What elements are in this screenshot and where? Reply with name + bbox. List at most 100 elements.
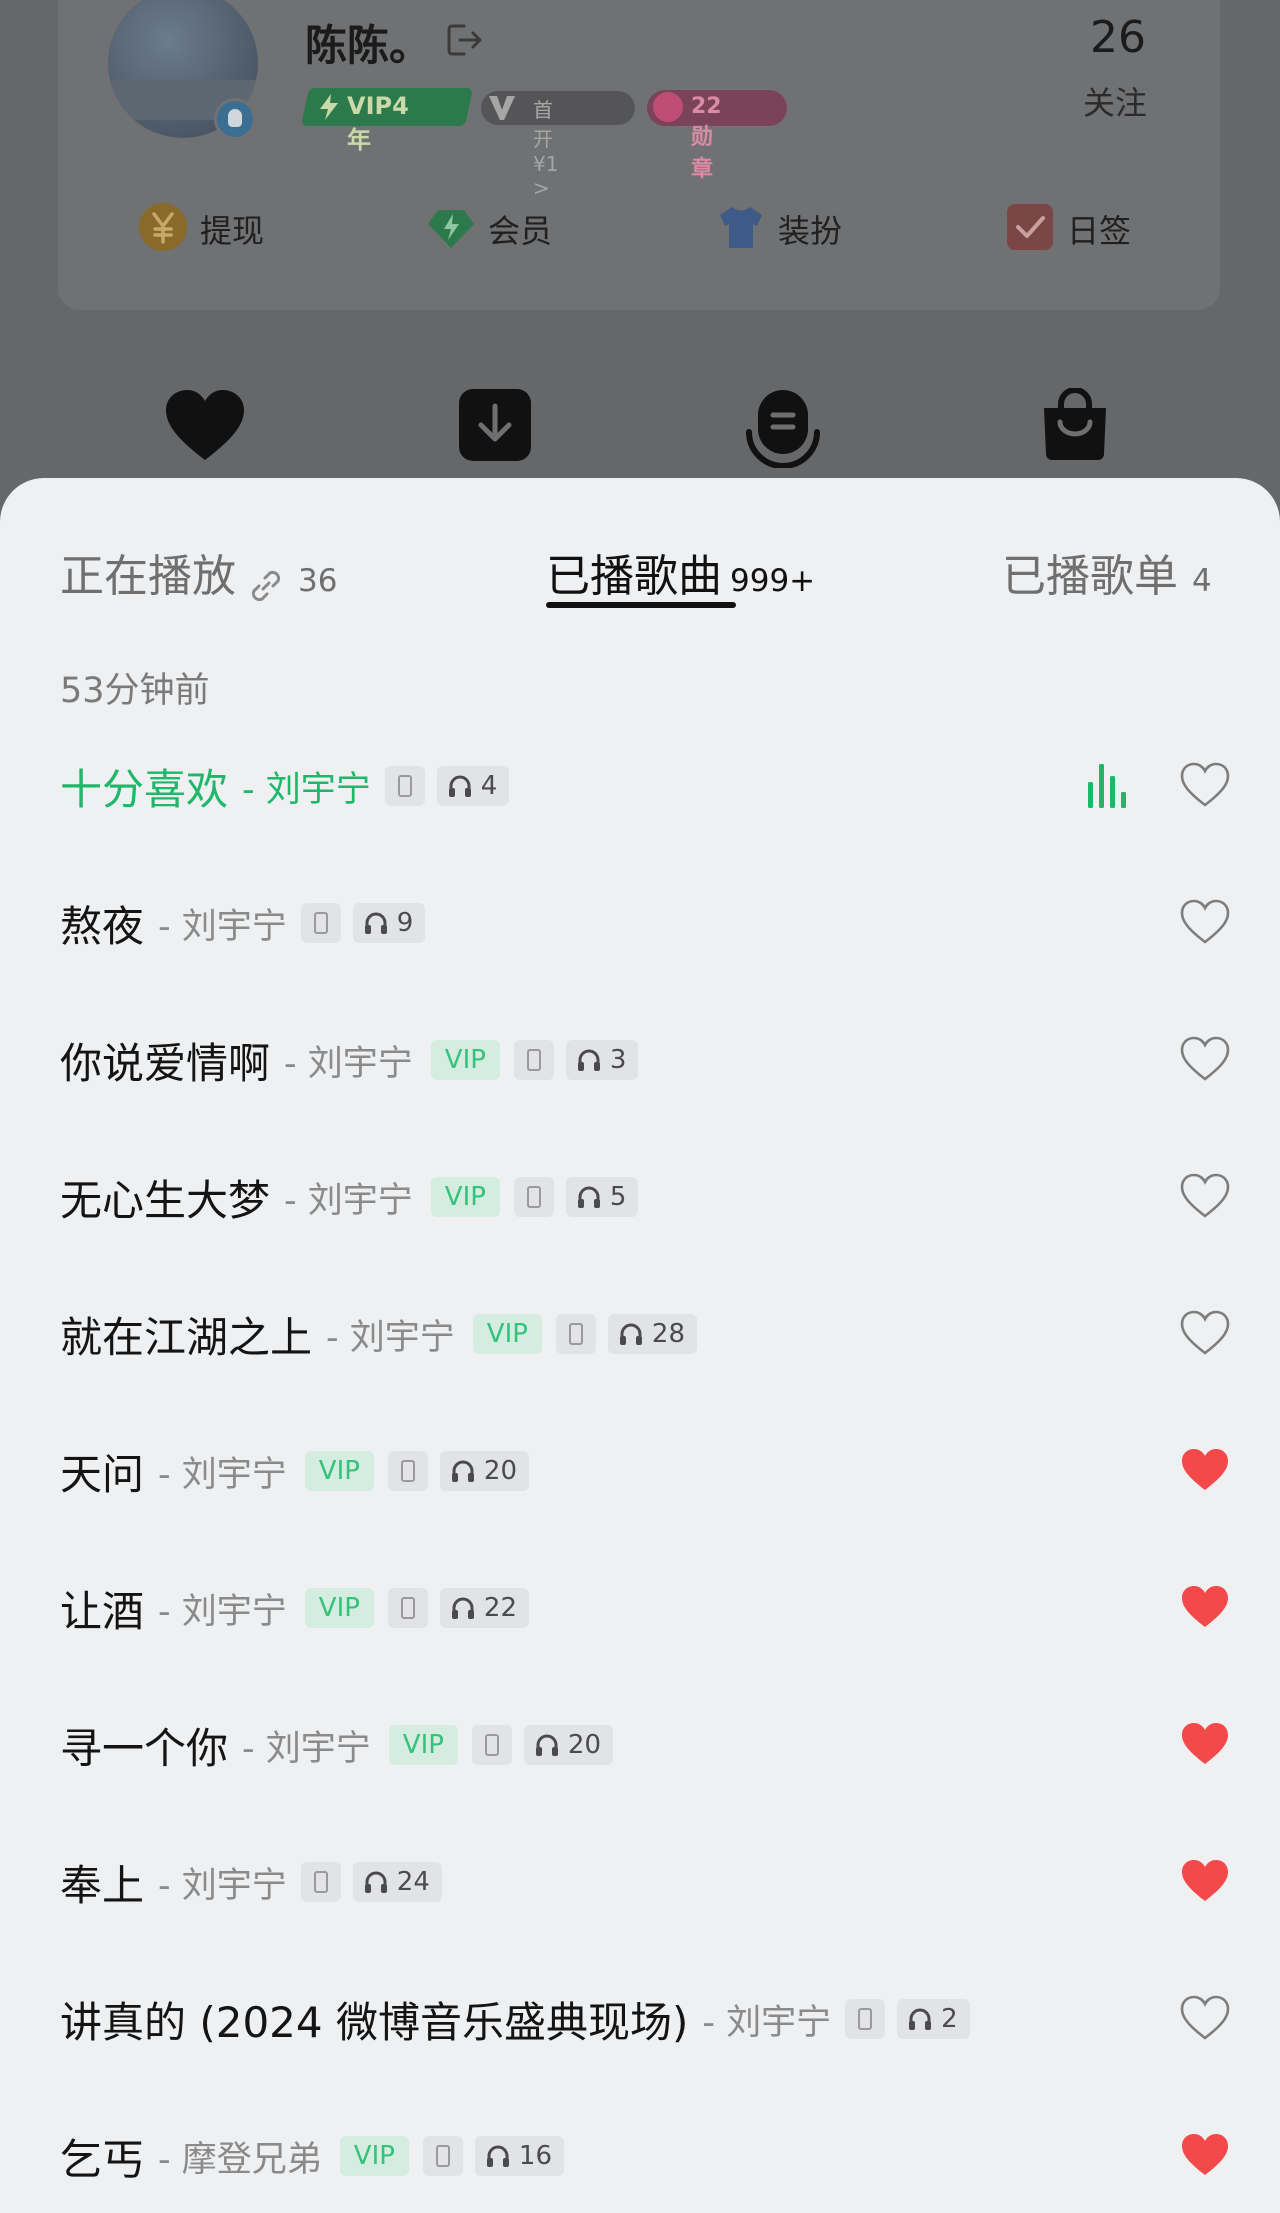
play-count: 24 bbox=[396, 1867, 430, 1897]
song-row[interactable]: 奉上 - 刘宇宁 24 bbox=[0, 1852, 1280, 1952]
song-artist: - 刘宇宁 bbox=[284, 1180, 413, 1221]
heart-filled-icon[interactable] bbox=[1180, 2132, 1230, 2178]
play-count: 9 bbox=[396, 908, 414, 938]
song-title: 就在江湖之上 bbox=[60, 1312, 313, 1362]
play-count: 22 bbox=[483, 1593, 518, 1623]
podcast-icon[interactable] bbox=[744, 388, 822, 468]
song-row[interactable]: 十分喜欢 - 刘宇宁 4 bbox=[0, 756, 1280, 856]
headphones-icon bbox=[535, 1734, 558, 1756]
quick-action-label: 会员 bbox=[488, 212, 553, 250]
song-title: 讲真的 (2024 微博音乐盛典现场) bbox=[60, 1997, 689, 2047]
song-title: 寻一个你 bbox=[60, 1723, 229, 1773]
song-info: 让酒 - 刘宇宁 VIP 22 bbox=[60, 1578, 530, 1638]
play-count-tag: 4 bbox=[436, 766, 510, 806]
play-count: 16 bbox=[518, 2141, 553, 2171]
follow-label[interactable]: 关注 bbox=[1083, 78, 1147, 124]
headphones-icon bbox=[619, 1323, 642, 1345]
play-count-tag: 24 bbox=[352, 1862, 442, 1902]
song-artist: - 刘宇宁 bbox=[242, 1728, 371, 1769]
heart-icon[interactable] bbox=[164, 388, 246, 462]
heart-filled-icon[interactable] bbox=[1180, 1858, 1230, 1904]
tab-count: 36 bbox=[298, 563, 338, 599]
qq-icon bbox=[214, 98, 256, 140]
play-count: 5 bbox=[609, 1182, 627, 1212]
song-title: 天问 bbox=[60, 1449, 145, 1499]
song-row[interactable]: 熬夜 - 刘宇宁 9 bbox=[0, 893, 1280, 993]
song-info: 无心生大梦 - 刘宇宁 VIP 5 bbox=[60, 1167, 639, 1227]
logout-icon[interactable] bbox=[446, 22, 486, 58]
headphones-icon bbox=[577, 1186, 600, 1208]
song-row[interactable]: 就在江湖之上 - 刘宇宁 VIP 28 bbox=[0, 1304, 1280, 1404]
medal-star-icon bbox=[653, 92, 683, 122]
download-icon[interactable] bbox=[458, 388, 532, 462]
heart-outline-icon[interactable] bbox=[1180, 1310, 1230, 1356]
song-info: 天问 - 刘宇宁 VIP 20 bbox=[60, 1441, 530, 1501]
headphones-icon bbox=[364, 1871, 387, 1893]
heart-outline-icon[interactable] bbox=[1180, 1036, 1230, 1082]
headphones-icon bbox=[486, 2145, 509, 2167]
follow-count[interactable]: 26 bbox=[1090, 12, 1146, 63]
song-info: 讲真的 (2024 微博音乐盛典现场) - 刘宇宁 2 bbox=[60, 1989, 970, 2049]
tab-now-playing[interactable]: 正在播放 36 bbox=[60, 540, 337, 607]
song-artist: - 刘宇宁 bbox=[284, 1043, 413, 1084]
song-artist: - 刘宇宁 bbox=[326, 1317, 455, 1358]
shopping-bag-icon[interactable] bbox=[1040, 388, 1110, 462]
play-count-tag: 20 bbox=[523, 1725, 614, 1765]
song-info: 奉上 - 刘宇宁 24 bbox=[60, 1852, 442, 1912]
vip-tag: VIP bbox=[430, 1177, 500, 1217]
phone-icon bbox=[513, 1177, 554, 1217]
song-row[interactable]: 乞丐 - 摩登兄弟 VIP 16 bbox=[0, 2126, 1280, 2213]
vip-tag: VIP bbox=[339, 2136, 409, 2176]
song-info: 乞丐 - 摩登兄弟 VIP 16 bbox=[60, 2126, 565, 2186]
phone-icon bbox=[471, 1725, 512, 1765]
song-row[interactable]: 你说爱情啊 - 刘宇宁 VIP 3 bbox=[0, 1030, 1280, 1130]
song-info: 熬夜 - 刘宇宁 9 bbox=[60, 893, 426, 953]
phone-icon bbox=[300, 903, 341, 943]
song-row[interactable]: 无心生大梦 - 刘宇宁 VIP 5 bbox=[0, 1167, 1280, 1267]
headphones-icon bbox=[909, 2008, 932, 2030]
headphones-icon bbox=[577, 1049, 600, 1071]
heart-filled-icon[interactable] bbox=[1180, 1447, 1230, 1493]
play-count-tag: 22 bbox=[439, 1588, 530, 1628]
vip-tag: VIP bbox=[304, 1588, 374, 1628]
tab-label: 已播歌单 bbox=[1002, 551, 1178, 602]
song-row[interactable]: 寻一个你 - 刘宇宁 VIP 20 bbox=[0, 1715, 1280, 1815]
tab-played-songs[interactable]: 已播歌曲 999+ bbox=[546, 540, 815, 604]
song-info: 十分喜欢 - 刘宇宁 4 bbox=[60, 756, 510, 816]
vip-level-text: VIP4年 bbox=[347, 92, 409, 154]
tab-label: 正在播放 bbox=[60, 551, 236, 602]
song-row[interactable]: 天问 - 刘宇宁 VIP 20 bbox=[0, 1441, 1280, 1541]
play-count: 4 bbox=[480, 771, 498, 801]
song-row[interactable]: 讲真的 (2024 微博音乐盛典现场) - 刘宇宁 2 bbox=[0, 1989, 1280, 2089]
play-count-tag: 9 bbox=[352, 903, 426, 943]
play-count: 20 bbox=[483, 1456, 518, 1486]
heart-outline-icon[interactable] bbox=[1180, 762, 1230, 808]
quick-action-label: 装扮 bbox=[778, 212, 843, 250]
heart-filled-icon[interactable] bbox=[1180, 1584, 1230, 1630]
v-logo-icon bbox=[489, 96, 515, 120]
heart-outline-icon[interactable] bbox=[1180, 1173, 1230, 1219]
phone-icon bbox=[845, 1999, 886, 2039]
heart-outline-icon[interactable] bbox=[1180, 1995, 1230, 2041]
song-info: 你说爱情啊 - 刘宇宁 VIP 3 bbox=[60, 1030, 639, 1090]
song-artist: - 刘宇宁 bbox=[158, 1591, 287, 1632]
play-count: 28 bbox=[651, 1319, 686, 1349]
song-title: 奉上 bbox=[60, 1860, 145, 1910]
phone-icon bbox=[513, 1040, 554, 1080]
play-count-tag: 16 bbox=[474, 2136, 565, 2176]
phone-icon bbox=[555, 1314, 596, 1354]
username[interactable]: 陈陈。 bbox=[305, 12, 431, 73]
phone-icon bbox=[422, 2136, 463, 2176]
tab-count: 4 bbox=[1192, 563, 1212, 599]
tshirt-icon bbox=[720, 207, 762, 248]
song-title: 你说爱情啊 bbox=[60, 1038, 271, 1088]
song-row[interactable]: 让酒 - 刘宇宁 VIP 22 bbox=[0, 1578, 1280, 1678]
heart-filled-icon[interactable] bbox=[1180, 1721, 1230, 1767]
tab-played-playlists[interactable]: 已播歌单 4 bbox=[1002, 540, 1212, 604]
active-tab-indicator bbox=[546, 602, 736, 608]
headphones-icon bbox=[451, 1597, 474, 1619]
vip-tag: VIP bbox=[304, 1451, 374, 1491]
vip-tag: VIP bbox=[430, 1040, 500, 1080]
heart-outline-icon[interactable] bbox=[1180, 899, 1230, 945]
checkbox-icon bbox=[1007, 204, 1053, 250]
